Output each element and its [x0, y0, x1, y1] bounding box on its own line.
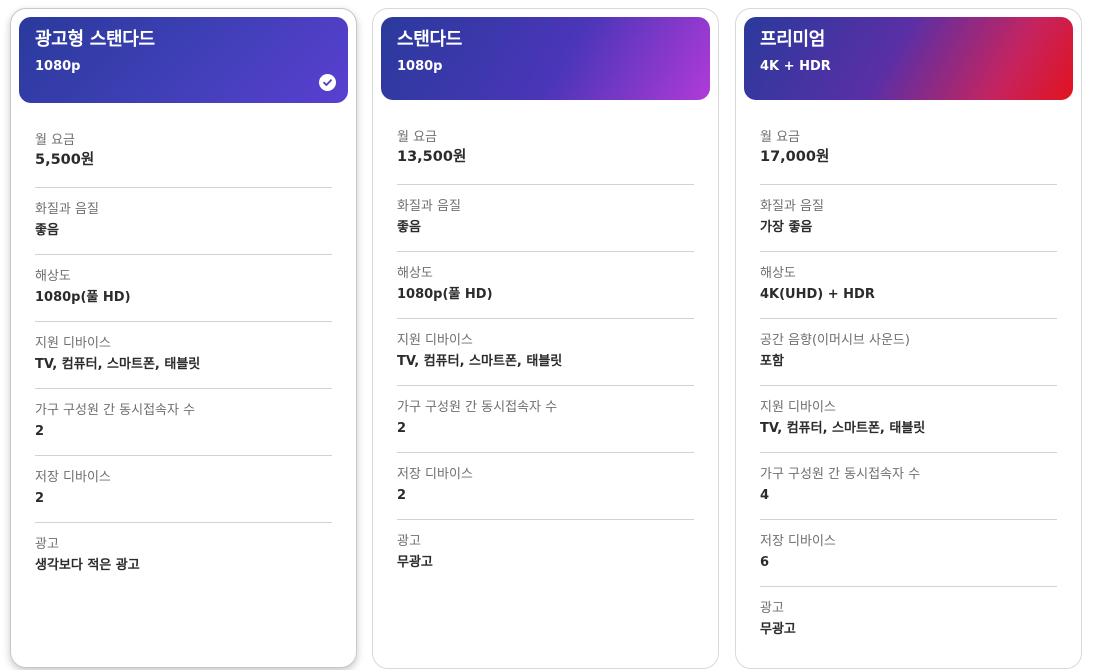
feature-label: 광고	[760, 601, 784, 616]
feature-row-resolution: 해상도 1080p(풀 HD)	[397, 252, 694, 319]
feature-value: 13,500원	[397, 149, 467, 165]
feature-label: 공간 음향(이머시브 사운드)	[760, 333, 910, 348]
plan-card-ad-standard[interactable]: 광고형 스탠다드 1080p 월 요금 5,500원 화질과 음질 좋음 해상도…	[10, 8, 357, 668]
plan-features: 월 요금 5,500원 화질과 음질 좋음 해상도 1080p(풀 HD) 지원…	[35, 127, 332, 589]
feature-value: 2	[397, 421, 407, 436]
feature-row-concurrent: 가구 구성원 간 동시접속자 수 2	[397, 386, 694, 453]
plan-name: 광고형 스탠다드	[35, 29, 155, 50]
feature-value: 5,500원	[35, 152, 95, 168]
feature-value: 포함	[760, 354, 784, 369]
feature-row-quality: 화질과 음질 좋음	[35, 188, 332, 255]
feature-row-quality: 화질과 음질 가장 좋음	[760, 185, 1057, 252]
plan-resolution-badge: 1080p	[397, 59, 443, 74]
feature-value: 2	[35, 424, 45, 439]
feature-label: 월 요금	[35, 133, 76, 148]
feature-row-ads: 광고 생각보다 적은 광고	[35, 523, 332, 589]
feature-value: 좋음	[397, 220, 421, 235]
feature-label: 해상도	[760, 266, 796, 281]
feature-value: 1080p(풀 HD)	[397, 287, 493, 302]
feature-label: 광고	[397, 534, 421, 549]
feature-label: 화질과 음질	[35, 202, 99, 217]
plan-name: 스탠다드	[397, 29, 463, 50]
feature-row-resolution: 해상도 1080p(풀 HD)	[35, 255, 332, 322]
feature-row-devices: 지원 디바이스 TV, 컴퓨터, 스마트폰, 태블릿	[760, 386, 1057, 453]
feature-row-concurrent: 가구 구성원 간 동시접속자 수 2	[35, 389, 332, 456]
feature-row-download-devices: 저장 디바이스 2	[397, 453, 694, 520]
plan-header: 광고형 스탠다드 1080p	[19, 17, 348, 103]
feature-value: 17,000원	[760, 149, 830, 165]
feature-row-resolution: 해상도 4K(UHD) + HDR	[760, 252, 1057, 319]
feature-value: TV, 컴퓨터, 스마트폰, 태블릿	[760, 421, 926, 436]
feature-value: 4K(UHD) + HDR	[760, 287, 875, 302]
feature-value: 무광고	[397, 555, 433, 570]
feature-row-download-devices: 저장 디바이스 2	[35, 456, 332, 523]
plan-selector: 광고형 스탠다드 1080p 월 요금 5,500원 화질과 음질 좋음 해상도…	[0, 0, 1099, 670]
feature-label: 가구 구성원 간 동시접속자 수	[35, 403, 196, 418]
feature-row-price: 월 요금 5,500원	[35, 127, 332, 188]
plan-resolution-badge: 1080p	[35, 59, 81, 74]
feature-value: 가장 좋음	[760, 220, 813, 235]
feature-label: 지원 디바이스	[35, 336, 111, 351]
feature-row-devices: 지원 디바이스 TV, 컴퓨터, 스마트폰, 태블릿	[35, 322, 332, 389]
feature-label: 월 요금	[760, 130, 801, 145]
feature-value: 좋음	[35, 223, 59, 238]
feature-row-price: 월 요금 13,500원	[397, 124, 694, 185]
feature-row-ads: 광고 무광고	[760, 587, 1057, 653]
feature-label: 화질과 음질	[760, 199, 824, 214]
feature-value: 1080p(풀 HD)	[35, 290, 131, 305]
feature-label: 가구 구성원 간 동시접속자 수	[397, 400, 558, 415]
feature-value: 4	[760, 488, 770, 503]
feature-row-download-devices: 저장 디바이스 6	[760, 520, 1057, 587]
feature-label: 월 요금	[397, 130, 438, 145]
plan-resolution-badge: 4K + HDR	[760, 59, 831, 74]
feature-label: 저장 디바이스	[35, 470, 111, 485]
feature-row-quality: 화질과 음질 좋음	[397, 185, 694, 252]
feature-label: 저장 디바이스	[397, 467, 473, 482]
feature-value: 생각보다 적은 광고	[35, 558, 140, 573]
feature-label: 지원 디바이스	[397, 333, 473, 348]
feature-value: 무광고	[760, 622, 796, 637]
check-circle-icon	[319, 74, 336, 91]
feature-label: 가구 구성원 간 동시접속자 수	[760, 467, 921, 482]
feature-value: TV, 컴퓨터, 스마트폰, 태블릿	[35, 357, 201, 372]
plan-header: 스탠다드 1080p	[381, 17, 710, 100]
plan-card-standard[interactable]: 스탠다드 1080p 월 요금 13,500원 화질과 음질 좋음 해상도 10…	[372, 8, 719, 669]
feature-label: 저장 디바이스	[760, 534, 836, 549]
feature-label: 지원 디바이스	[760, 400, 836, 415]
plan-header: 프리미엄 4K + HDR	[744, 17, 1073, 100]
feature-label: 해상도	[397, 266, 433, 281]
feature-label: 화질과 음질	[397, 199, 461, 214]
feature-value: 2	[397, 488, 407, 503]
feature-value: 6	[760, 555, 770, 570]
feature-value: TV, 컴퓨터, 스마트폰, 태블릿	[397, 354, 563, 369]
plan-name: 프리미엄	[760, 29, 826, 50]
feature-row-price: 월 요금 17,000원	[760, 124, 1057, 185]
plan-features: 월 요금 17,000원 화질과 음질 가장 좋음 해상도 4K(UHD) + …	[760, 124, 1057, 653]
feature-label: 해상도	[35, 269, 71, 284]
plan-features: 월 요금 13,500원 화질과 음질 좋음 해상도 1080p(풀 HD) 지…	[397, 124, 694, 586]
feature-row-concurrent: 가구 구성원 간 동시접속자 수 4	[760, 453, 1057, 520]
feature-label: 광고	[35, 537, 59, 552]
feature-row-devices: 지원 디바이스 TV, 컴퓨터, 스마트폰, 태블릿	[397, 319, 694, 386]
feature-value: 2	[35, 491, 45, 506]
plan-card-premium[interactable]: 프리미엄 4K + HDR 월 요금 17,000원 화질과 음질 가장 좋음 …	[735, 8, 1082, 669]
feature-row-spatial-audio: 공간 음향(이머시브 사운드) 포함	[760, 319, 1057, 386]
feature-row-ads: 광고 무광고	[397, 520, 694, 586]
